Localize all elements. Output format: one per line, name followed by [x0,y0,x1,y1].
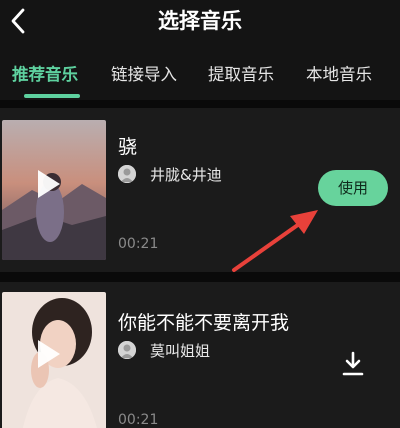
song-duration: 00:21 [118,236,159,252]
top-bar: 选择音乐 [0,0,400,44]
use-button[interactable]: 使用 [318,170,388,206]
music-source-tabs: 推荐音乐 链接导入 提取音乐 本地音乐 [0,44,400,100]
page-title: 选择音乐 [158,9,242,33]
tab-link-import[interactable]: 链接导入 [111,61,177,85]
song-title: 你能不能不要离开我 [118,312,290,334]
artist-name: 井胧&井迪 [150,166,222,184]
song-duration: 00:21 [118,412,159,428]
artist-name: 莫叫姐姐 [150,342,211,360]
tab-recommended[interactable]: 推荐音乐 [12,61,78,85]
tab-extract-music[interactable]: 提取音乐 [208,61,274,85]
play-icon[interactable] [38,340,60,368]
song-title: 骁 [118,136,138,158]
play-icon[interactable] [38,170,60,198]
tab-local-music[interactable]: 本地音乐 [306,61,372,85]
song-list-item[interactable]: 你能不能不要离开我 莫叫姐姐 00:21 [0,282,400,428]
download-icon[interactable] [341,351,365,377]
active-tab-indicator [24,94,80,98]
divider [0,100,400,108]
divider [0,272,400,282]
artist-avatar [118,341,136,359]
artist-avatar [118,165,136,183]
